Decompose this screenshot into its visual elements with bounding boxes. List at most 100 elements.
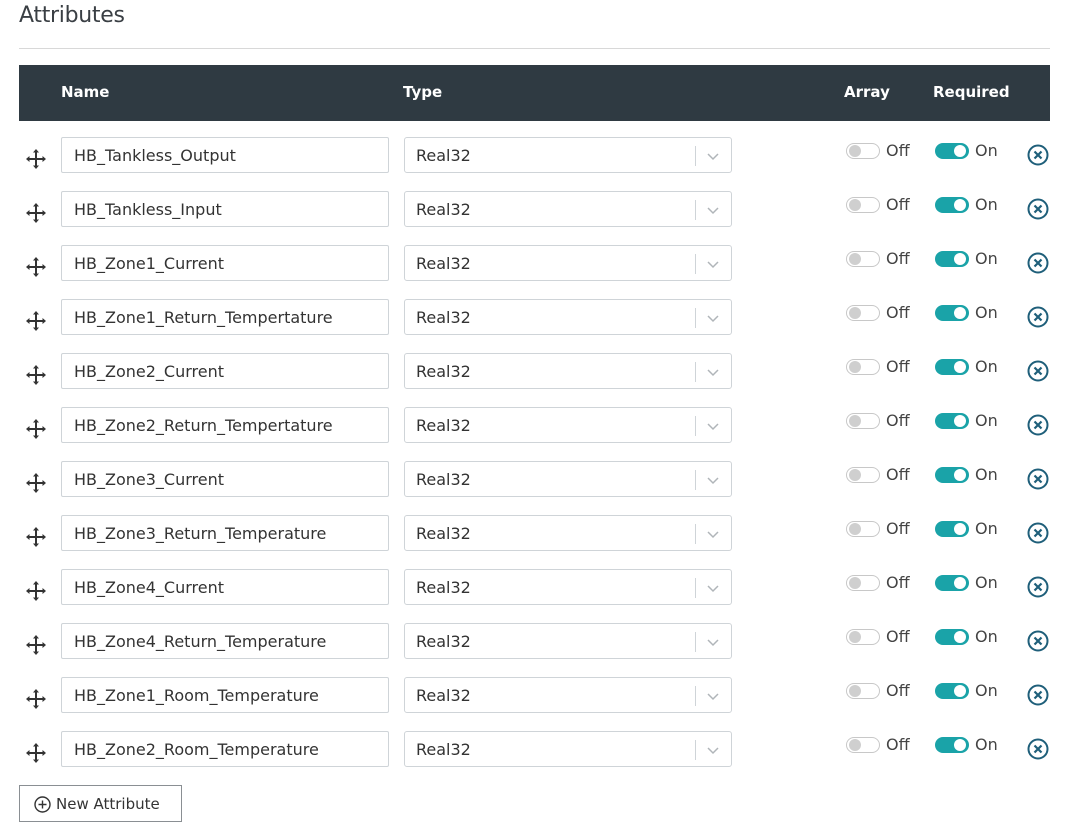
attribute-type-select[interactable]: Real32 (404, 191, 732, 227)
move-icon[interactable] (24, 579, 48, 603)
required-toggle[interactable] (935, 521, 969, 537)
attribute-name-input[interactable] (61, 677, 389, 713)
array-toggle[interactable] (846, 413, 880, 429)
close-circle-icon[interactable] (1027, 738, 1049, 760)
toggle-knob (954, 739, 966, 751)
attribute-name-input[interactable] (61, 245, 389, 281)
move-icon[interactable] (24, 633, 48, 657)
select-separator (695, 686, 696, 706)
array-toggle[interactable] (846, 521, 880, 537)
close-circle-icon[interactable] (1027, 198, 1049, 220)
attribute-name-input[interactable] (61, 137, 389, 173)
attribute-row: Real32 Off On (0, 407, 1069, 461)
attribute-type-select[interactable]: Real32 (404, 299, 732, 335)
attribute-row: Real32 Off On (0, 191, 1069, 245)
required-toggle[interactable] (935, 467, 969, 483)
close-circle-icon[interactable] (1027, 684, 1049, 706)
move-icon[interactable] (24, 687, 48, 711)
move-icon[interactable] (24, 309, 48, 333)
required-toggle[interactable] (935, 575, 969, 591)
move-icon[interactable] (24, 255, 48, 279)
array-toggle-label: Off (886, 681, 910, 700)
array-toggle[interactable] (846, 143, 880, 159)
chevron-down-icon (707, 315, 719, 323)
attribute-row: Real32 Off On (0, 623, 1069, 677)
attribute-type-select[interactable]: Real32 (404, 731, 732, 767)
move-icon[interactable] (24, 201, 48, 225)
attribute-name-input[interactable] (61, 407, 389, 443)
move-icon[interactable] (24, 741, 48, 765)
attribute-type-select[interactable]: Real32 (404, 461, 732, 497)
array-toggle[interactable] (846, 683, 880, 699)
required-toggle[interactable] (935, 413, 969, 429)
array-toggle[interactable] (846, 359, 880, 375)
move-icon[interactable] (24, 417, 48, 441)
attribute-type-select[interactable]: Real32 (404, 515, 732, 551)
required-toggle[interactable] (935, 143, 969, 159)
attribute-name-input[interactable] (61, 731, 389, 767)
close-circle-icon[interactable] (1027, 630, 1049, 652)
attribute-name-input[interactable] (61, 623, 389, 659)
select-separator (695, 524, 696, 544)
attribute-row: Real32 Off On (0, 569, 1069, 623)
select-separator (695, 200, 696, 220)
close-circle-icon[interactable] (1027, 576, 1049, 598)
required-toggle[interactable] (935, 359, 969, 375)
select-separator (695, 254, 696, 274)
close-circle-icon[interactable] (1027, 414, 1049, 436)
array-toggle[interactable] (846, 467, 880, 483)
required-toggle[interactable] (935, 737, 969, 753)
attribute-type-select[interactable]: Real32 (404, 677, 732, 713)
toggle-knob (849, 631, 861, 643)
new-attribute-button[interactable]: New Attribute (19, 785, 182, 822)
required-toggle[interactable] (935, 683, 969, 699)
close-circle-icon[interactable] (1027, 468, 1049, 490)
chevron-down-icon (707, 693, 719, 701)
attribute-type-select[interactable]: Real32 (404, 407, 732, 443)
attribute-name-input[interactable] (61, 353, 389, 389)
toggle-knob (954, 469, 966, 481)
toggle-knob (954, 199, 966, 211)
attribute-type-value: Real32 (416, 686, 471, 705)
array-toggle[interactable] (846, 575, 880, 591)
move-icon[interactable] (24, 147, 48, 171)
required-toggle[interactable] (935, 629, 969, 645)
title-divider (19, 48, 1050, 49)
attribute-name-input[interactable] (61, 299, 389, 335)
move-icon[interactable] (24, 363, 48, 387)
attribute-type-value: Real32 (416, 578, 471, 597)
array-toggle[interactable] (846, 629, 880, 645)
close-circle-icon[interactable] (1027, 360, 1049, 382)
attribute-row: Real32 Off On (0, 353, 1069, 407)
attribute-type-select[interactable]: Real32 (404, 137, 732, 173)
close-circle-icon[interactable] (1027, 252, 1049, 274)
attribute-name-input[interactable] (61, 461, 389, 497)
array-toggle[interactable] (846, 305, 880, 321)
attribute-name-input[interactable] (61, 515, 389, 551)
attribute-name-input[interactable] (61, 569, 389, 605)
attribute-type-select[interactable]: Real32 (404, 623, 732, 659)
move-icon[interactable] (24, 471, 48, 495)
required-toggle[interactable] (935, 305, 969, 321)
close-circle-icon[interactable] (1027, 144, 1049, 166)
move-icon[interactable] (24, 525, 48, 549)
required-toggle[interactable] (935, 197, 969, 213)
array-toggle-label: Off (886, 735, 910, 754)
array-toggle-label: Off (886, 357, 910, 376)
array-toggle[interactable] (846, 197, 880, 213)
attribute-type-select[interactable]: Real32 (404, 353, 732, 389)
toggle-knob (954, 685, 966, 697)
attribute-type-select[interactable]: Real32 (404, 245, 732, 281)
array-toggle[interactable] (846, 251, 880, 267)
attribute-name-input[interactable] (61, 191, 389, 227)
required-toggle[interactable] (935, 251, 969, 267)
new-attribute-label: New Attribute (56, 795, 160, 813)
toggle-knob (954, 361, 966, 373)
toggle-knob (849, 685, 861, 697)
toggle-knob (849, 415, 861, 427)
select-separator (695, 362, 696, 382)
close-circle-icon[interactable] (1027, 522, 1049, 544)
attribute-type-select[interactable]: Real32 (404, 569, 732, 605)
close-circle-icon[interactable] (1027, 306, 1049, 328)
array-toggle[interactable] (846, 737, 880, 753)
